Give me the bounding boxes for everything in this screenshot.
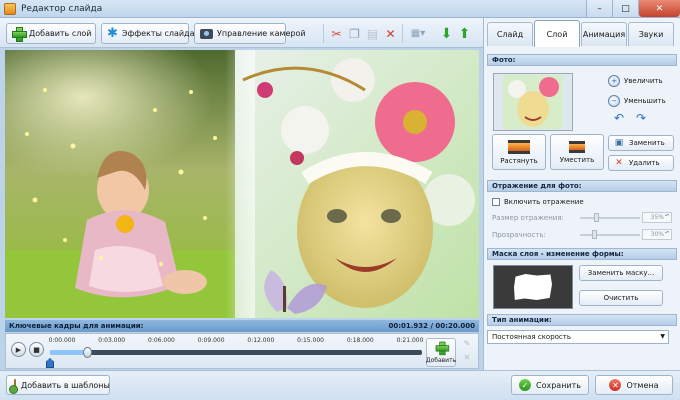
close-button[interactable]: ✕ (638, 0, 680, 17)
slider-handle[interactable] (592, 230, 597, 239)
time-display: 00:01.932 / 00:20.000 (388, 322, 475, 330)
enable-reflection-checkbox[interactable]: Включить отражение (492, 198, 584, 206)
timeline-tick-label: 0:15.000 (297, 337, 324, 344)
toolbar-divider (323, 24, 324, 43)
grid-icon[interactable]: ▦▾ (406, 24, 430, 43)
minimize-button[interactable]: – (586, 0, 612, 17)
tab-slide[interactable]: Слайд (487, 22, 533, 46)
window-title: Редактор слайда (21, 3, 103, 14)
timeline-tick-label: 0:18.000 (346, 337, 374, 344)
timeline-scrubber[interactable] (83, 347, 93, 358)
timeline-panel: ▶ ■ 0:00.000 0:03.000 0:06.000 0:09.000 0:12… (5, 333, 479, 369)
save-button[interactable]: ✓ Сохранить (511, 375, 589, 395)
tab-bar: Слайд Слой Анимация Звуки (484, 20, 680, 47)
animation-type-header: Тип анимации: (487, 314, 677, 326)
mask-thumbnail (493, 265, 573, 309)
mask-shape (514, 274, 552, 300)
replace-mask-button[interactable]: Заменить маску... (579, 265, 663, 281)
timeline-tick-label: 0:06.000 (148, 337, 175, 344)
app-icon (4, 2, 16, 15)
zoom-out-icon: − (608, 95, 620, 107)
slide-preview[interactable] (5, 50, 479, 318)
timeline-tick-label: 0:12.000 (247, 337, 275, 344)
sparkle-icon: ✱ (107, 26, 118, 41)
photo-thumbnail (493, 73, 573, 131)
timeline-tick-label: 0:09.000 (197, 337, 225, 344)
timeline-tick-label: 0:00.000 (48, 337, 76, 344)
cancel-icon: ✕ (609, 379, 622, 391)
tab-sounds[interactable]: Звуки (628, 22, 674, 46)
slide-effects-button[interactable]: ✱ Эффекты слайда (101, 23, 195, 44)
cancel-button[interactable]: ✕ Отмена (595, 375, 673, 395)
delete-icon: ✕ (615, 158, 623, 168)
maximize-button[interactable]: □ (612, 0, 638, 17)
timeline-tick-label: 0:03.000 (98, 337, 126, 344)
replace-image-icon: ▣ (614, 138, 624, 148)
checkmark-icon: ✓ (519, 379, 531, 391)
reflection-size-slider[interactable] (580, 213, 640, 222)
delete-keyframe-icon[interactable]: ✕ (462, 352, 472, 362)
rotate-left-icon[interactable]: ↶ (612, 111, 626, 125)
template-icon (9, 378, 18, 394)
play-button[interactable]: ▶ (11, 342, 26, 357)
zoom-out-button[interactable]: − Уменьшить (608, 94, 666, 108)
delete-photo-button[interactable]: ✕ Удалить (608, 155, 674, 171)
rotate-right-icon[interactable]: ↷ (634, 111, 648, 125)
slider-handle[interactable] (594, 213, 599, 222)
bottom-bar: Добавить в шаблоны ✓ Сохранить ✕ Отмена (0, 370, 680, 400)
checkbox-box[interactable] (492, 198, 500, 206)
stop-icon: ■ (33, 345, 40, 354)
main-toolbar: Добавить слой ✱ Эффекты слайда Управлени… (0, 18, 483, 48)
photo-thumbnail-image (503, 75, 563, 129)
photo-section-header: Фото: (487, 54, 677, 66)
delete-icon[interactable]: ✕ (382, 24, 399, 43)
slide-image (5, 50, 479, 318)
camera-icon (200, 27, 213, 40)
move-down-icon[interactable]: ⬇ (438, 24, 455, 43)
scissors-icon[interactable]: ✂ (328, 24, 345, 43)
reflection-size-spinner[interactable]: 35% (642, 212, 672, 223)
mask-section-header: Маска слоя - изменение формы: (487, 248, 677, 260)
move-up-icon[interactable]: ⬆ (456, 24, 473, 43)
add-to-templates-button[interactable]: Добавить в шаблоны (6, 375, 110, 395)
keyframe-marker[interactable] (46, 358, 54, 368)
camera-control-button[interactable]: Управление камерой (194, 23, 306, 44)
chevron-down-icon: ▼ (660, 333, 665, 340)
zoom-in-icon: + (608, 75, 620, 87)
fit-button[interactable]: Уместить (550, 134, 604, 170)
timeline-progress (50, 350, 88, 355)
timeline-tick-label: 0:21.000 (396, 337, 424, 344)
animation-type-select[interactable]: Постоянная скорость ▼ (487, 330, 669, 344)
stop-button[interactable]: ■ (29, 342, 44, 357)
replace-photo-button[interactable]: ▣ Заменить (608, 135, 674, 151)
add-layer-button[interactable]: Добавить слой (6, 23, 96, 44)
timeline-ruler: 0:00.000 0:03.000 0:06.000 0:09.000 0:12.000… (48, 337, 424, 347)
transparency-slider[interactable] (580, 230, 640, 239)
add-keyframe-button[interactable]: Добавить (426, 338, 456, 367)
clear-mask-button[interactable]: Очистить (579, 290, 663, 306)
copy-icon[interactable]: ❐ (346, 24, 363, 43)
toolbar-divider (402, 24, 403, 43)
keyframes-header: Ключевые кадры для анимации: 00:01.932 /… (5, 320, 479, 332)
timeline-track[interactable] (50, 347, 422, 358)
plus-icon (12, 27, 27, 42)
tab-layer[interactable]: Слой (534, 20, 580, 47)
stretch-button[interactable]: Растянуть (492, 134, 546, 170)
transparency-row: Прозрачность: 30% (492, 229, 677, 240)
zoom-in-button[interactable]: + Увеличить (608, 74, 663, 88)
plus-icon (435, 341, 449, 356)
transparency-spinner[interactable]: 30% (642, 229, 672, 240)
title-bar: Редактор слайда – □ ✕ (0, 0, 680, 18)
tab-animation[interactable]: Анимация (581, 22, 627, 46)
reflection-size-row: Размер отражения: 35% (492, 212, 677, 223)
properties-panel: Слайд Слой Анимация Звуки Фото: + Увелич… (483, 18, 680, 370)
play-icon: ▶ (15, 345, 22, 354)
fit-icon (569, 140, 585, 153)
keyframes-title: Ключевые кадры для анимации: (9, 322, 144, 330)
stretch-icon (508, 139, 530, 154)
reflection-section-header: Отражение для фото: (487, 180, 677, 192)
paste-icon[interactable]: ▤ (364, 24, 381, 43)
edit-keyframe-icon[interactable]: ✎ (462, 338, 472, 348)
